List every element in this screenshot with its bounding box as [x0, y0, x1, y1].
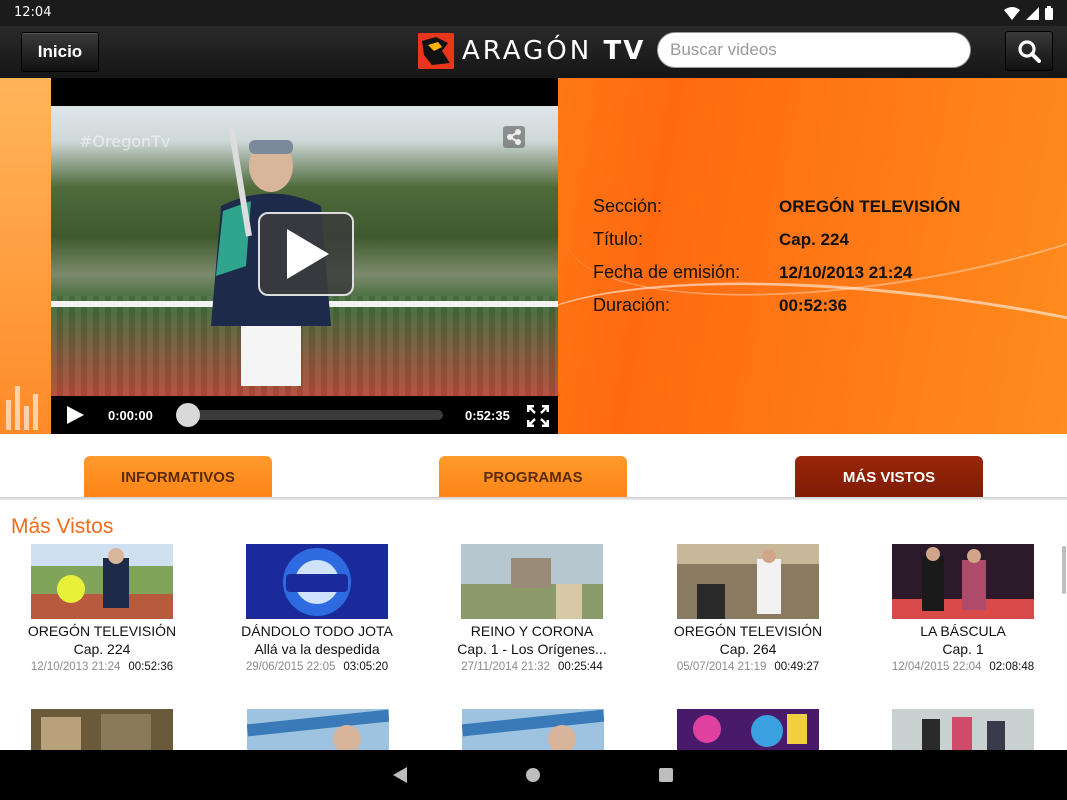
video-card-title: OREGÓN TELEVISIÓN: [673, 623, 823, 639]
status-bar: 12:04: [0, 0, 1067, 26]
video-card[interactable]: DÁNDOLO TODO JOTA Allá va la despedida 2…: [227, 544, 407, 673]
section-title: Más Vistos: [11, 515, 114, 538]
video-card[interactable]: OREGÓN TELEVISIÓN Cap. 224 12/10/2013 21…: [12, 544, 192, 673]
video-frame[interactable]: #OregonTv: [51, 106, 558, 396]
video-card-subtitle: Allá va la despedida: [254, 641, 380, 657]
video-card-meta: 12/04/2015 22:04 02:08:48: [873, 661, 1053, 673]
tab-informativos[interactable]: INFORMATIVOS: [84, 456, 272, 498]
logo-text-primary: ARAGÓN: [462, 36, 593, 66]
video-card-title: OREGÓN TELEVISIÓN: [27, 623, 177, 639]
tabs-divider: [0, 497, 1067, 500]
video-card-duration: 03:05:20: [343, 661, 389, 673]
video-card[interactable]: LA BÁSCULA Cap. 1 12/04/2015 22:04 02:08:…: [873, 544, 1053, 673]
featured-video-panel: #OregonTv 0:00:00 0:52:35 Sección: OREGÓ…: [0, 78, 1067, 434]
app-header: Inicio ARAGÓN TV: [0, 26, 1067, 78]
category-tabs: INFORMATIVOS PROGRAMAS MÁS VISTOS: [0, 434, 1067, 500]
scrollbar[interactable]: [1062, 546, 1066, 594]
fecha-label: Fecha de emisión:: [593, 262, 741, 282]
status-icons: [1004, 6, 1053, 20]
video-card[interactable]: REINO Y CORONA Cap. 1 - Los Orígenes... …: [442, 544, 622, 673]
home-icon[interactable]: [526, 768, 540, 782]
recent-apps-icon[interactable]: [659, 768, 673, 782]
video-thumbnail[interactable]: [31, 709, 173, 750]
video-card-subtitle: Cap. 1 - Los Orígenes...: [457, 641, 607, 657]
signal-icon: [1026, 6, 1039, 20]
video-player[interactable]: #OregonTv 0:00:00 0:52:35: [51, 78, 558, 434]
seek-thumb[interactable]: [176, 403, 200, 427]
battery-icon: [1045, 6, 1053, 20]
video-card-subtitle: Cap. 1: [942, 641, 984, 657]
video-card-meta: 27/11/2014 21:32 00:25:44: [442, 661, 622, 673]
total-duration: 0:52:35: [465, 408, 510, 423]
logo-mark-icon: [418, 33, 454, 69]
fecha-value: 12/10/2013 21:24: [779, 263, 913, 282]
video-grid: OREGÓN TELEVISIÓN Cap. 224 12/10/2013 21…: [0, 544, 1067, 750]
decorative-strip: [0, 78, 51, 434]
video-thumbnail[interactable]: [462, 709, 604, 750]
titulo-value: Cap. 224: [779, 230, 849, 249]
video-card-date: 12/10/2013 21:24: [30, 661, 121, 673]
titulo-label: Título:: [593, 229, 644, 249]
player-controls: 0:00:00 0:52:35: [51, 396, 558, 434]
video-card-meta: 29/06/2015 22:05 03:05:20: [227, 661, 407, 673]
tab-mas-vistos[interactable]: MÁS VISTOS: [795, 456, 983, 498]
aragon-tv-logo: ARAGÓN TV: [418, 32, 645, 70]
search-button[interactable]: [1005, 31, 1053, 71]
video-card-duration: 02:08:48: [989, 661, 1035, 673]
video-thumbnail[interactable]: [246, 544, 388, 619]
video-card-title: REINO Y CORONA: [470, 623, 594, 639]
video-card[interactable]: OREGÓN TELEVISIÓN Cap. 264 05/07/2014 21…: [658, 544, 838, 673]
video-thumbnail[interactable]: [677, 544, 819, 619]
video-card-date: 12/04/2015 22:04: [891, 661, 982, 673]
seccion-value: OREGÓN TELEVISIÓN: [779, 197, 961, 216]
back-icon[interactable]: [392, 767, 408, 783]
video-thumbnail[interactable]: [247, 709, 389, 750]
play-overlay-button[interactable]: [258, 212, 354, 296]
video-thumbnail[interactable]: [677, 709, 819, 750]
system-nav-bar: [0, 750, 1067, 800]
search-input[interactable]: [657, 32, 971, 68]
search-icon: [1018, 40, 1041, 63]
channel-watermark: #OregonTv: [79, 132, 171, 151]
seccion-label: Sección:: [593, 196, 663, 216]
video-card-date: 27/11/2014 21:32: [461, 661, 550, 673]
video-card-duration: 00:52:36: [128, 661, 174, 673]
video-card-duration: 00:25:44: [557, 661, 603, 673]
logo-text-tv: TV: [603, 36, 646, 66]
logo-text: ARAGÓN TV: [462, 36, 645, 66]
play-icon: [287, 229, 329, 279]
video-thumbnail[interactable]: [461, 544, 603, 619]
home-button[interactable]: Inicio: [21, 32, 99, 72]
fullscreen-icon[interactable]: [527, 405, 549, 427]
duracion-label: Duración:: [593, 295, 671, 315]
duracion-value: 00:52:36: [779, 296, 848, 315]
seek-bar[interactable]: [181, 410, 443, 420]
video-card-meta: 05/07/2014 21:19 00:49:27: [658, 661, 838, 673]
video-card-title: LA BÁSCULA: [920, 623, 1006, 639]
share-icon[interactable]: [503, 126, 525, 148]
video-card-title: DÁNDOLO TODO JOTA: [241, 623, 393, 639]
video-card-meta: 12/10/2013 21:24 00:52:36: [12, 661, 192, 673]
video-thumbnail[interactable]: [892, 709, 1034, 750]
video-card-date: 29/06/2015 22:05: [245, 661, 336, 673]
play-icon-small[interactable]: [65, 405, 85, 425]
status-time: 12:04: [14, 5, 52, 20]
video-card-duration: 00:49:27: [774, 661, 820, 673]
tab-programas[interactable]: PROGRAMAS: [439, 456, 627, 498]
wifi-icon: [1004, 6, 1020, 20]
video-card-subtitle: Cap. 224: [73, 641, 131, 657]
video-card-date: 05/07/2014 21:19: [676, 661, 767, 673]
video-card-subtitle: Cap. 264: [719, 641, 777, 657]
current-time: 0:00:00: [108, 408, 153, 423]
video-thumbnail[interactable]: [31, 544, 173, 619]
video-thumbnail[interactable]: [892, 544, 1034, 619]
